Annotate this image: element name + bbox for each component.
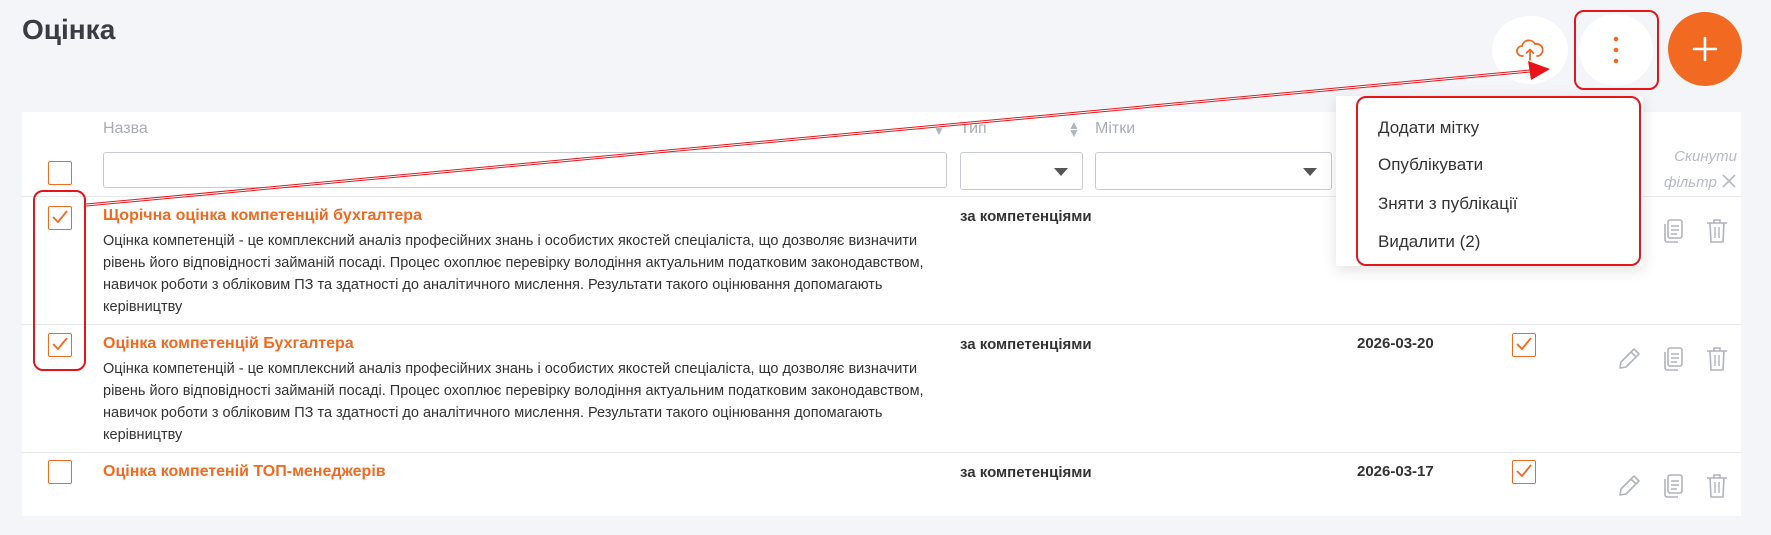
row-divider xyxy=(22,452,1741,453)
table-row-title[interactable]: Оцінка компетеній ТОП-менеджерів xyxy=(103,463,386,481)
edit-button[interactable] xyxy=(1614,471,1644,501)
delete-button[interactable] xyxy=(1702,344,1732,374)
checkmark-icon xyxy=(1516,337,1532,351)
table-row-type: за компетенціями xyxy=(960,208,1092,225)
type-filter-select[interactable] xyxy=(960,152,1083,190)
more-vertical-icon xyxy=(1613,36,1619,64)
checkmark-icon xyxy=(52,337,68,351)
table-row-type: за компетенціями xyxy=(960,464,1092,481)
row-checkbox[interactable] xyxy=(48,333,72,357)
chevron-down-icon xyxy=(1054,168,1068,176)
pencil-icon xyxy=(1619,348,1640,369)
reset-filter-button[interactable]: Скинути фільтр xyxy=(1664,144,1737,196)
actions-dropdown-menu: Додати мітку Опублікувати Зняти з публік… xyxy=(1336,96,1643,266)
row-divider xyxy=(22,324,1741,325)
table-row-date: 2026-03-20 xyxy=(1357,335,1434,352)
menu-item-unpublish[interactable]: Зняти з публікації xyxy=(1378,194,1517,214)
checkmark-icon xyxy=(52,210,68,224)
reset-filter-label: фільтр xyxy=(1663,174,1717,191)
copy-icon xyxy=(1664,474,1683,498)
table-row-title[interactable]: Щорічна оцінка компетенцій бухгалтера xyxy=(103,207,422,225)
upload-button[interactable] xyxy=(1492,16,1568,84)
name-filter-input[interactable] xyxy=(103,152,947,188)
copy-button[interactable] xyxy=(1658,344,1688,374)
tags-filter-select[interactable] xyxy=(1095,152,1332,190)
page-title: Оцінка xyxy=(22,14,116,45)
copy-button[interactable] xyxy=(1658,216,1688,246)
sort-icon[interactable]: ▼ xyxy=(933,125,945,137)
delete-button[interactable] xyxy=(1702,471,1732,501)
column-header-name[interactable]: Назва xyxy=(103,120,148,138)
select-all-checkbox[interactable] xyxy=(48,161,72,185)
reset-filter-label: Скинути xyxy=(1674,148,1737,165)
table-row-title[interactable]: Оцінка компетенцій Бухгалтера xyxy=(103,335,354,353)
pencil-icon xyxy=(1619,475,1640,496)
trash-icon xyxy=(1707,219,1727,243)
row-checkbox[interactable] xyxy=(48,206,72,230)
trash-icon xyxy=(1707,474,1727,498)
add-button[interactable] xyxy=(1668,12,1742,86)
column-header-tags: Мітки xyxy=(1095,120,1136,137)
close-icon xyxy=(1722,174,1736,188)
column-header-type[interactable]: Тип xyxy=(960,120,987,138)
published-checkbox[interactable] xyxy=(1512,460,1536,484)
edit-button[interactable] xyxy=(1614,344,1644,374)
delete-button[interactable] xyxy=(1702,216,1732,246)
copy-button[interactable] xyxy=(1658,471,1688,501)
menu-item-publish[interactable]: Опублікувати xyxy=(1378,155,1483,175)
cloud-upload-icon xyxy=(1516,39,1544,61)
checkmark-icon xyxy=(1516,464,1532,478)
table-row-date: 2026-03-17 xyxy=(1357,463,1434,480)
menu-item-add-tag[interactable]: Додати мітку xyxy=(1378,118,1479,138)
more-actions-button[interactable] xyxy=(1579,14,1653,86)
table-row-type: за компетенціями xyxy=(960,336,1092,353)
trash-icon xyxy=(1707,347,1727,371)
copy-icon xyxy=(1664,219,1683,243)
chevron-down-icon xyxy=(1303,168,1317,176)
copy-icon xyxy=(1664,347,1683,371)
table-row-description: Оцінка компетенцій - це комплексний анал… xyxy=(103,233,924,315)
sort-icon[interactable]: ▲ ▼ xyxy=(1068,119,1080,139)
table-row-description: Оцінка компетенцій - це комплексний анал… xyxy=(103,361,924,443)
menu-item-delete[interactable]: Видалити (2) xyxy=(1378,232,1480,252)
published-checkbox[interactable] xyxy=(1512,333,1536,357)
plus-icon xyxy=(1692,36,1718,62)
row-checkbox[interactable] xyxy=(48,460,72,484)
